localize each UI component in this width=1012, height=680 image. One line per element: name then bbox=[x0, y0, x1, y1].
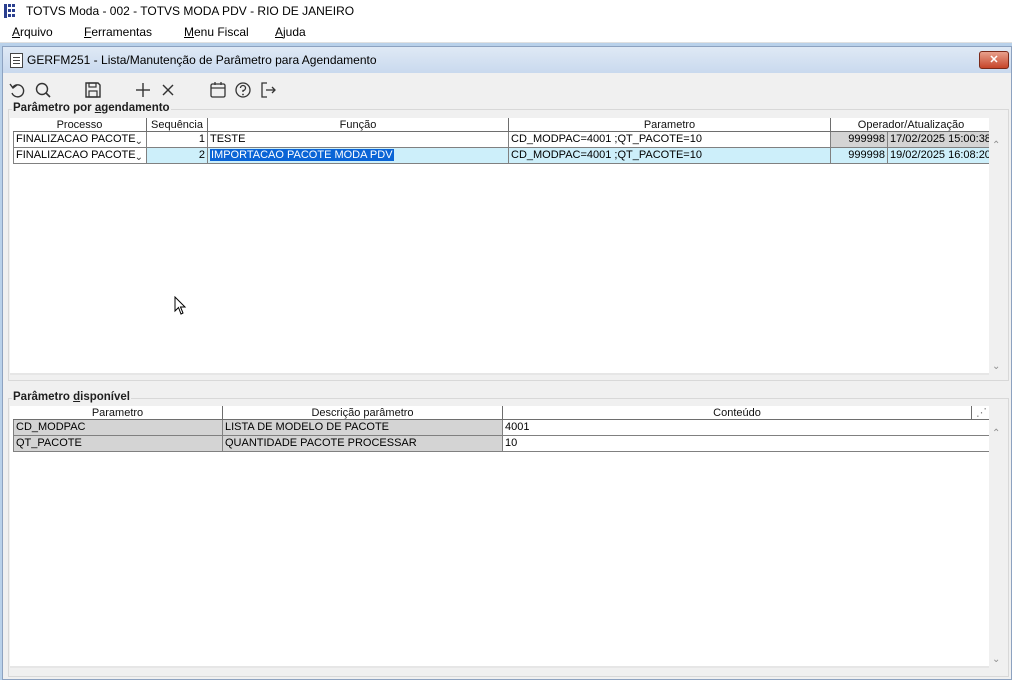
calendar-button[interactable] bbox=[207, 79, 229, 101]
param-desc-cell: QUANTIDADE PACOTE PROCESSAR bbox=[223, 436, 503, 452]
undo-button[interactable] bbox=[7, 79, 29, 101]
col-header-funcao[interactable]: Função bbox=[208, 118, 509, 132]
window-title: TOTVS Moda - 002 - TOTVS MODA PDV - RIO … bbox=[26, 4, 355, 18]
funcao-cell-editing[interactable]: IMPORTACAO PACOTE MODA PDV bbox=[208, 148, 509, 164]
scroll-down-icon[interactable]: ⌄ bbox=[992, 361, 1000, 372]
chevron-down-icon[interactable]: ⌄ bbox=[135, 134, 143, 147]
processo-combo[interactable]: FINALIZACAO PACOTE ⌄ bbox=[13, 132, 147, 148]
funcao-selected-text[interactable]: IMPORTACAO PACOTE MODA PDV bbox=[210, 149, 394, 161]
app-icon bbox=[4, 4, 15, 18]
add-icon bbox=[136, 83, 150, 97]
menu-ajuda-label: juda bbox=[283, 25, 306, 39]
form-client-area: Parâmetro por agendamento Processo Sequê… bbox=[3, 73, 1011, 679]
available-title-post: isponível bbox=[80, 391, 130, 403]
window-title-bar: TOTVS Moda - 002 - TOTVS MODA PDV - RIO … bbox=[0, 0, 1012, 22]
parametro-cell[interactable]: CD_MODPAC=4001 ;QT_PACOTE=10 bbox=[509, 132, 831, 148]
menu-menu-fiscal[interactable]: Menu Fiscal bbox=[184, 25, 249, 39]
parametro-cell[interactable]: CD_MODPAC=4001 ;QT_PACOTE=10 bbox=[509, 148, 831, 164]
available-group-title: Parâmetro disponível bbox=[12, 391, 131, 403]
processo-value: FINALIZACAO PACOTE bbox=[16, 149, 136, 161]
child-title-bar: GERFM251 - Lista/Manutenção de Parâmetro… bbox=[3, 47, 1011, 73]
table-row[interactable]: CD_MODPAC LISTA DE MODELO DE PACOTE 4001 bbox=[13, 420, 992, 436]
param-value-cell[interactable]: 4001 bbox=[503, 420, 992, 436]
col-header-operador-atualizacao[interactable]: Operador/Atualização bbox=[831, 118, 992, 132]
atualizacao-cell: 19/02/2025 16:08:20 bbox=[888, 148, 992, 164]
param-desc-cell: LISTA DE MODELO DE PACOTE bbox=[223, 420, 503, 436]
close-button[interactable]: ✕ bbox=[979, 51, 1009, 69]
processo-combo[interactable]: FINALIZACAO PACOTE ⌄ bbox=[13, 148, 147, 164]
child-window: GERFM251 - Lista/Manutenção de Parâmetro… bbox=[2, 46, 1012, 680]
schedule-grid[interactable]: Processo Sequência Função Parametro Oper… bbox=[10, 118, 995, 375]
help-icon bbox=[235, 82, 251, 98]
delete-icon bbox=[162, 84, 174, 96]
table-row[interactable]: QT_PACOTE QUANTIDADE PACOTE PROCESSAR 10 bbox=[13, 436, 992, 452]
search-button[interactable] bbox=[32, 79, 54, 101]
col-header-parametro[interactable]: Parametro bbox=[13, 406, 223, 420]
calendar-icon bbox=[210, 82, 226, 98]
menu-menu-fiscal-label: enu Fiscal bbox=[194, 25, 249, 39]
col-header-sequencia[interactable]: Sequência bbox=[147, 118, 208, 132]
mouse-cursor-icon bbox=[174, 296, 187, 315]
col-header-processo[interactable]: Processo bbox=[13, 118, 147, 132]
param-name-cell: CD_MODPAC bbox=[13, 420, 223, 436]
menu-ferramentas-label: erramentas bbox=[91, 25, 153, 39]
exit-icon bbox=[261, 82, 276, 98]
available-title-pre: Parâmetro bbox=[13, 391, 74, 403]
child-window-title: GERFM251 - Lista/Manutenção de Parâmetro… bbox=[27, 53, 377, 67]
schedule-title-post: gendamento bbox=[101, 102, 170, 114]
scroll-down-icon[interactable]: ⌄ bbox=[992, 654, 1000, 665]
search-icon bbox=[35, 82, 51, 98]
sequencia-cell[interactable]: 1 bbox=[147, 132, 208, 148]
schedule-group-title: Parâmetro por agendamento bbox=[12, 102, 171, 114]
add-button[interactable] bbox=[132, 79, 154, 101]
table-row-selected[interactable]: FINALIZACAO PACOTE ⌄ 2 IMPORTACAO PACOTE … bbox=[13, 148, 992, 164]
col-header-parametro[interactable]: Parametro bbox=[509, 118, 831, 132]
menu-bar: Arquivo Ferramentas Menu Fiscal Ajuda bbox=[0, 22, 1012, 43]
undo-icon bbox=[9, 83, 25, 98]
menu-arquivo-accel: A bbox=[12, 25, 21, 39]
menu-ajuda[interactable]: Ajuda bbox=[275, 25, 306, 39]
help-button[interactable] bbox=[232, 79, 254, 101]
funcao-cell[interactable]: TESTE bbox=[208, 132, 509, 148]
param-name-cell: QT_PACOTE bbox=[13, 436, 223, 452]
horizontal-scroll-strip bbox=[10, 373, 995, 375]
save-icon bbox=[85, 82, 101, 98]
param-value-cell[interactable]: 10 bbox=[503, 436, 992, 452]
exit-button[interactable] bbox=[257, 79, 279, 101]
operador-cell: 999998 bbox=[831, 148, 888, 164]
processo-value: FINALIZACAO PACOTE bbox=[16, 133, 136, 145]
schedule-title-pre: Parâmetro por bbox=[13, 102, 95, 114]
table-row[interactable]: FINALIZACAO PACOTE ⌄ 1 TESTE CD_MODPAC=40… bbox=[13, 132, 992, 148]
atualizacao-cell: 17/02/2025 15:00:38 bbox=[888, 132, 992, 148]
menu-ferramentas[interactable]: Ferramentas bbox=[84, 25, 152, 39]
available-grid[interactable]: Parametro Descrição parâmetro Conteúdo ⋰… bbox=[10, 406, 995, 668]
sequencia-cell[interactable]: 2 bbox=[147, 148, 208, 164]
menu-arquivo[interactable]: Arquivo bbox=[12, 25, 53, 39]
col-header-descricao[interactable]: Descrição parâmetro bbox=[223, 406, 503, 420]
horizontal-scroll-strip bbox=[10, 666, 995, 668]
menu-menu-fiscal-accel: M bbox=[184, 25, 194, 39]
menu-ajuda-accel: A bbox=[275, 25, 284, 39]
delete-button[interactable] bbox=[157, 79, 179, 101]
document-icon bbox=[10, 53, 23, 68]
col-header-conteudo[interactable]: Conteúdo bbox=[503, 406, 972, 420]
scroll-up-icon[interactable]: ⌃ bbox=[992, 428, 1000, 439]
menu-arquivo-label: rquivo bbox=[20, 25, 53, 39]
vertical-scrollbar[interactable]: ⌃ ⌄ bbox=[989, 406, 1005, 668]
scroll-up-icon[interactable]: ⌃ bbox=[992, 140, 1000, 151]
operador-cell: 999998 bbox=[831, 132, 888, 148]
save-button[interactable] bbox=[82, 79, 104, 101]
chevron-down-icon[interactable]: ⌄ bbox=[135, 150, 143, 163]
vertical-scrollbar[interactable]: ⌃ ⌄ bbox=[989, 118, 1005, 375]
